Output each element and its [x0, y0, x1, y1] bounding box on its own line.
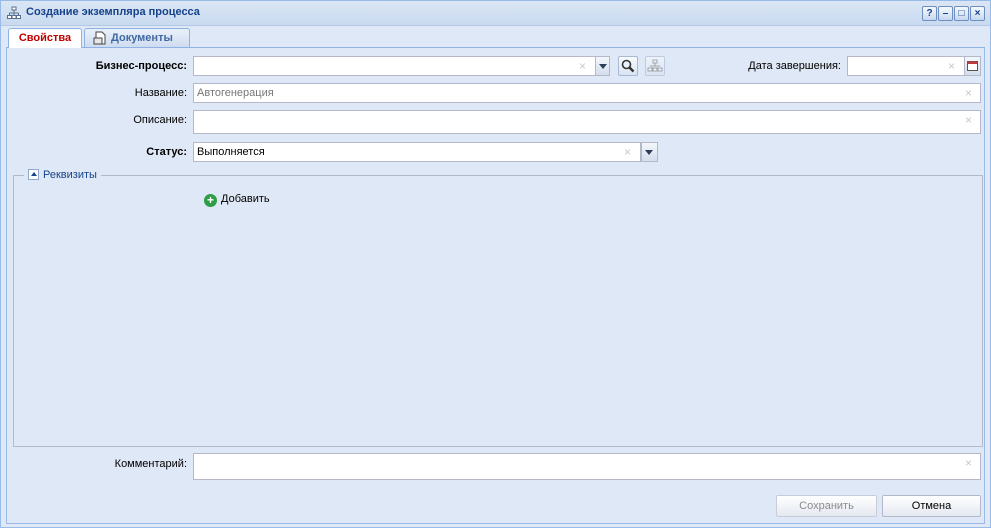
minimize-button[interactable]: –	[938, 6, 953, 21]
comment-label: Комментарий:	[114, 458, 187, 470]
status-label: Статус:	[146, 146, 187, 158]
magnifier-icon	[621, 59, 635, 73]
business-process-dropdown-trigger[interactable]	[595, 56, 610, 76]
description-clear-icon[interactable]: ×	[965, 111, 972, 129]
business-process-label: Бизнес-процесс:	[95, 60, 187, 72]
search-button[interactable]	[618, 56, 638, 76]
cancel-button[interactable]: Отмена	[882, 495, 981, 517]
business-process-input[interactable]: ×	[193, 56, 597, 76]
add-requisite-button[interactable]: + Добавить	[204, 191, 270, 207]
help-button[interactable]: ?	[922, 6, 937, 21]
name-value: Автогенерация	[197, 87, 274, 99]
tab-strip: Свойства Документы	[6, 27, 985, 48]
business-process-clear-icon[interactable]: ×	[579, 57, 586, 75]
tab-documents[interactable]: Документы	[84, 28, 190, 47]
process-tree-button[interactable]	[645, 56, 665, 76]
status-clear-icon[interactable]: ×	[624, 143, 631, 161]
save-button[interactable]: Сохранить	[776, 495, 877, 517]
documents-icon	[93, 31, 106, 45]
end-date-clear-icon[interactable]: ×	[948, 57, 955, 75]
requisites-fieldset: Реквизиты + Добавить	[13, 168, 983, 447]
tab-documents-label: Документы	[111, 32, 173, 44]
name-label: Название:	[134, 87, 187, 99]
window-titlebar[interactable]: Создание экземпляра процесса ? – □ ×	[1, 1, 990, 26]
status-dropdown-trigger[interactable]	[641, 142, 658, 162]
properties-panel: Бизнес-процесс: × Дата завершения: × Наз…	[6, 48, 985, 524]
end-date-label: Дата завершения:	[748, 60, 841, 72]
status-value: Выполняется	[197, 146, 265, 158]
name-clear-icon[interactable]: ×	[965, 84, 972, 102]
hierarchy-icon	[647, 59, 663, 72]
plus-circle-icon: +	[204, 194, 217, 207]
add-requisite-label: Добавить	[221, 193, 270, 205]
description-input[interactable]: ×	[193, 110, 981, 134]
status-select[interactable]: Выполняется ×	[193, 142, 641, 162]
process-tree-icon	[7, 6, 21, 19]
window-title: Создание экземпляра процесса	[26, 6, 200, 18]
requisites-legend[interactable]: Реквизиты	[24, 168, 101, 182]
close-button[interactable]: ×	[970, 6, 985, 21]
calendar-icon	[967, 60, 978, 71]
end-date-input[interactable]: ×	[847, 56, 965, 76]
tab-properties-label: Свойства	[18, 32, 72, 44]
maximize-button[interactable]: □	[954, 6, 969, 21]
description-label: Описание:	[133, 114, 187, 126]
collapse-icon[interactable]	[28, 169, 39, 180]
requisites-legend-label: Реквизиты	[43, 169, 97, 181]
comment-clear-icon[interactable]: ×	[965, 454, 972, 472]
name-input[interactable]: Автогенерация ×	[193, 83, 981, 103]
tab-properties[interactable]: Свойства	[8, 28, 82, 48]
comment-input[interactable]: ×	[193, 453, 981, 480]
process-instance-window: Создание экземпляра процесса ? – □ × Сво…	[0, 0, 991, 528]
